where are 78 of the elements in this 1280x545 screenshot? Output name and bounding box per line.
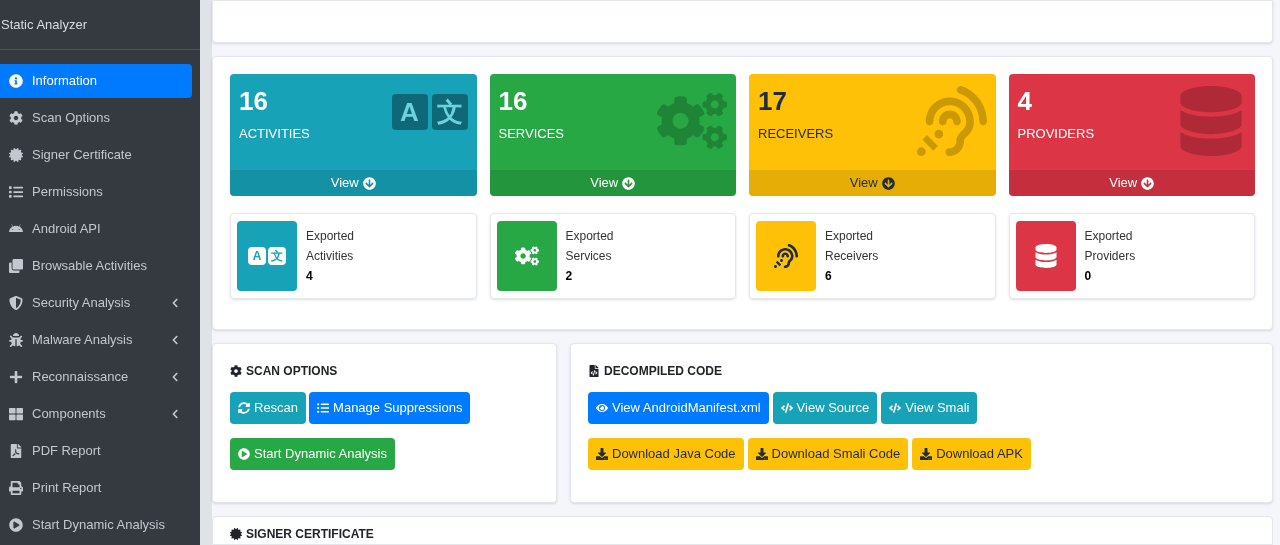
arrow-down-icon [622, 176, 636, 190]
arrow-down-icon [362, 176, 376, 190]
stat-label: ACTIVITIES [239, 125, 310, 143]
download-icon [755, 448, 768, 460]
sidebar-item[interactable]: Permissions [0, 175, 192, 209]
sidebar-item[interactable]: Start Dynamic Analysis [0, 508, 192, 542]
certificate-icon [9, 148, 23, 162]
list-icon [317, 402, 330, 414]
stat-label: PROVIDERS [1017, 125, 1095, 143]
info-box-label: Receivers [825, 248, 879, 265]
sidebar-item[interactable]: Android API [0, 212, 192, 246]
view-link[interactable]: View [1008, 170, 1255, 196]
ear-icon [774, 244, 798, 268]
info-box-label: Services [565, 248, 613, 265]
sidebar-item[interactable]: PDF Report [0, 434, 192, 468]
eye-icon [596, 402, 608, 414]
info-box-count: 6 [825, 268, 833, 285]
info-box-title: Exported [825, 228, 875, 245]
database-icon [1033, 244, 1058, 268]
sidebar-item[interactable]: Malware Analysis [0, 323, 192, 357]
info-box-count: 0 [1084, 268, 1093, 285]
stat-count: 16 [498, 85, 529, 118]
brand-text: Static Analyzer [0, 15, 87, 34]
certificate-icon [230, 528, 242, 540]
play-icon [9, 518, 23, 532]
arrow-down-icon [881, 176, 895, 190]
settings-icon [230, 365, 242, 377]
stat-label: SERVICES [498, 125, 564, 143]
list-icon [9, 185, 23, 199]
sidebar-item[interactable]: Reconnaissance [0, 360, 192, 394]
stat-count: 16 [239, 85, 269, 118]
code-file-icon [588, 365, 600, 377]
card-title: SCAN OPTIONS [246, 363, 338, 380]
sidebar-item[interactable]: Scan Options [0, 101, 192, 135]
view-link[interactable]: View [489, 170, 736, 196]
stacked-pages-icon [9, 259, 23, 273]
action-button[interactable]: Download APK [912, 438, 1031, 470]
sidebar-item[interactable]: Information [0, 64, 192, 98]
shield-icon [9, 296, 23, 310]
sidebar-item[interactable]: Print Report [0, 471, 192, 505]
play-icon [238, 448, 250, 460]
code-icon [889, 402, 902, 414]
sidebar-item[interactable]: Browsable Activities [0, 249, 192, 283]
info-box-label: Providers [1084, 248, 1136, 265]
action-button[interactable]: Download Smali Code [747, 438, 909, 470]
download-icon [596, 448, 608, 460]
action-button[interactable]: View AndroidManifest.xml [588, 392, 769, 424]
sidebar-item[interactable]: Signer Certificate [0, 138, 192, 172]
stat-count: 17 [758, 85, 788, 118]
settings-icon [9, 111, 23, 125]
code-icon [780, 402, 793, 414]
arrow-down-icon [1141, 176, 1155, 190]
card-title: SIGNER CERTIFICATE [246, 526, 374, 543]
info-box-title: Exported [306, 228, 355, 245]
action-button[interactable]: Download Java Code [588, 438, 744, 470]
printer-icon [9, 481, 23, 495]
download-icon [920, 448, 933, 460]
bug-icon [9, 333, 23, 347]
view-link[interactable]: View [749, 170, 996, 196]
plus-icon [9, 370, 23, 384]
pdf-file-icon [9, 444, 23, 458]
view-link[interactable]: View [230, 170, 477, 196]
info-box-label: Activities [306, 248, 355, 265]
sidebar-item[interactable]: Security Analysis [0, 286, 192, 320]
ear-icon [916, 86, 987, 156]
refresh-icon [238, 402, 250, 414]
sidebar-item[interactable]: Components [0, 397, 192, 431]
grid-icon [9, 407, 23, 421]
card-title: DECOMPILED CODE [604, 363, 722, 380]
info-box-count: 2 [565, 268, 574, 285]
info-box-title: Exported [565, 228, 614, 245]
stat-count: 4 [1017, 85, 1033, 118]
info-icon [9, 74, 23, 88]
action-button[interactable]: Manage Suppressions [309, 392, 471, 424]
stat-label: RECEIVERS [758, 125, 834, 143]
info-box-count: 4 [306, 268, 314, 285]
gears-icon [514, 244, 539, 268]
info-box-title: Exported [1084, 228, 1134, 245]
